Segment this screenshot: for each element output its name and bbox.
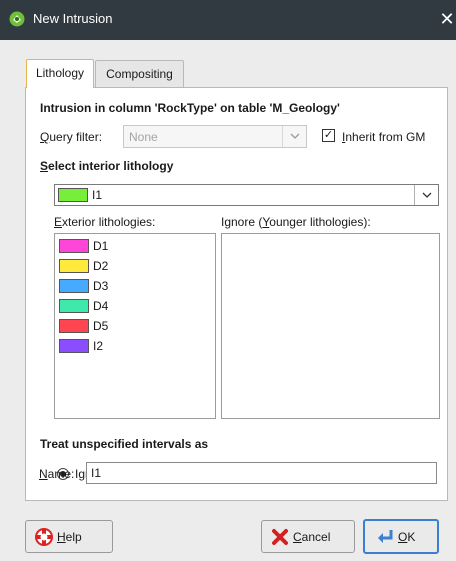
chevron-down-icon	[282, 126, 306, 147]
lithology-name: I2	[93, 339, 104, 353]
name-label: Name:	[39, 467, 75, 481]
inherit-from-gm-label: Inherit from GM	[342, 130, 426, 144]
lithology-panel: Intrusion in column 'RockType' on table …	[25, 87, 448, 501]
help-icon	[35, 528, 53, 546]
ignore-lithologies-list[interactable]	[221, 233, 440, 419]
treat-unspecified-heading: Treat unspecified intervals as	[40, 437, 209, 451]
interior-lithology-value: I1	[92, 188, 103, 202]
lithology-color-swatch	[59, 259, 89, 273]
tab-compositing-label: Compositing	[106, 67, 173, 81]
name-input-value: I1	[91, 466, 102, 480]
lithology-name: D5	[93, 319, 109, 333]
list-item[interactable]: D4	[57, 297, 215, 315]
exterior-lithologies-label: Exterior lithologies:	[54, 215, 156, 229]
ok-button[interactable]: OK	[363, 519, 439, 554]
lithology-color-swatch	[59, 239, 89, 253]
lithology-name: D4	[93, 299, 109, 313]
lithology-color-swatch	[59, 279, 89, 293]
list-item[interactable]: D3	[57, 277, 215, 295]
name-input[interactable]: I1	[86, 462, 437, 484]
cancel-icon	[272, 529, 288, 545]
list-item[interactable]: D2	[57, 257, 215, 275]
title-bar: New Intrusion ✕	[0, 0, 456, 40]
help-button-label: Help	[57, 530, 82, 544]
exterior-lithologies-list[interactable]: D1 D2 D3 D4 D5 I2	[54, 233, 216, 419]
query-filter-value: None	[129, 130, 158, 144]
ok-icon	[378, 530, 393, 543]
app-logo-icon	[9, 11, 25, 27]
tab-lithology[interactable]: Lithology	[26, 59, 94, 88]
list-item[interactable]: D5	[57, 317, 215, 335]
cancel-button-label: Cancel	[293, 530, 331, 544]
lithology-name: D2	[93, 259, 109, 273]
cancel-button[interactable]: Cancel	[261, 520, 355, 553]
interior-color-swatch	[58, 188, 88, 202]
dialog-body: Compositing Lithology Intrusion in colum…	[0, 40, 456, 561]
help-button[interactable]: Help	[25, 520, 113, 553]
ok-button-label: OK	[398, 530, 416, 544]
interior-lithology-heading: Select interior lithology	[40, 159, 174, 173]
lithology-name: D1	[93, 239, 109, 253]
list-item[interactable]: I2	[57, 337, 215, 355]
lithology-color-swatch	[59, 319, 89, 333]
intrusion-description: Intrusion in column 'RockType' on table …	[40, 101, 340, 115]
inherit-from-gm-checkbox[interactable]: ✓	[322, 129, 335, 142]
ignore-lithologies-label: Ignore (Younger lithologies):	[221, 215, 371, 229]
lithology-color-swatch	[59, 299, 89, 313]
tab-lithology-label: Lithology	[35, 66, 85, 80]
close-icon[interactable]: ✕	[438, 8, 456, 30]
query-filter-label: Query filter:	[40, 130, 103, 144]
query-filter-select[interactable]: None	[123, 125, 307, 148]
list-item[interactable]: D1	[57, 237, 215, 255]
window-title: New Intrusion	[33, 11, 113, 26]
interior-lithology-select[interactable]: I1	[54, 184, 439, 206]
checkbox-check-icon: ✓	[323, 129, 334, 141]
lithology-name: D3	[93, 279, 109, 293]
tab-compositing[interactable]: Compositing	[95, 60, 184, 87]
lithology-color-swatch	[59, 339, 89, 353]
chevron-down-icon	[414, 185, 438, 205]
